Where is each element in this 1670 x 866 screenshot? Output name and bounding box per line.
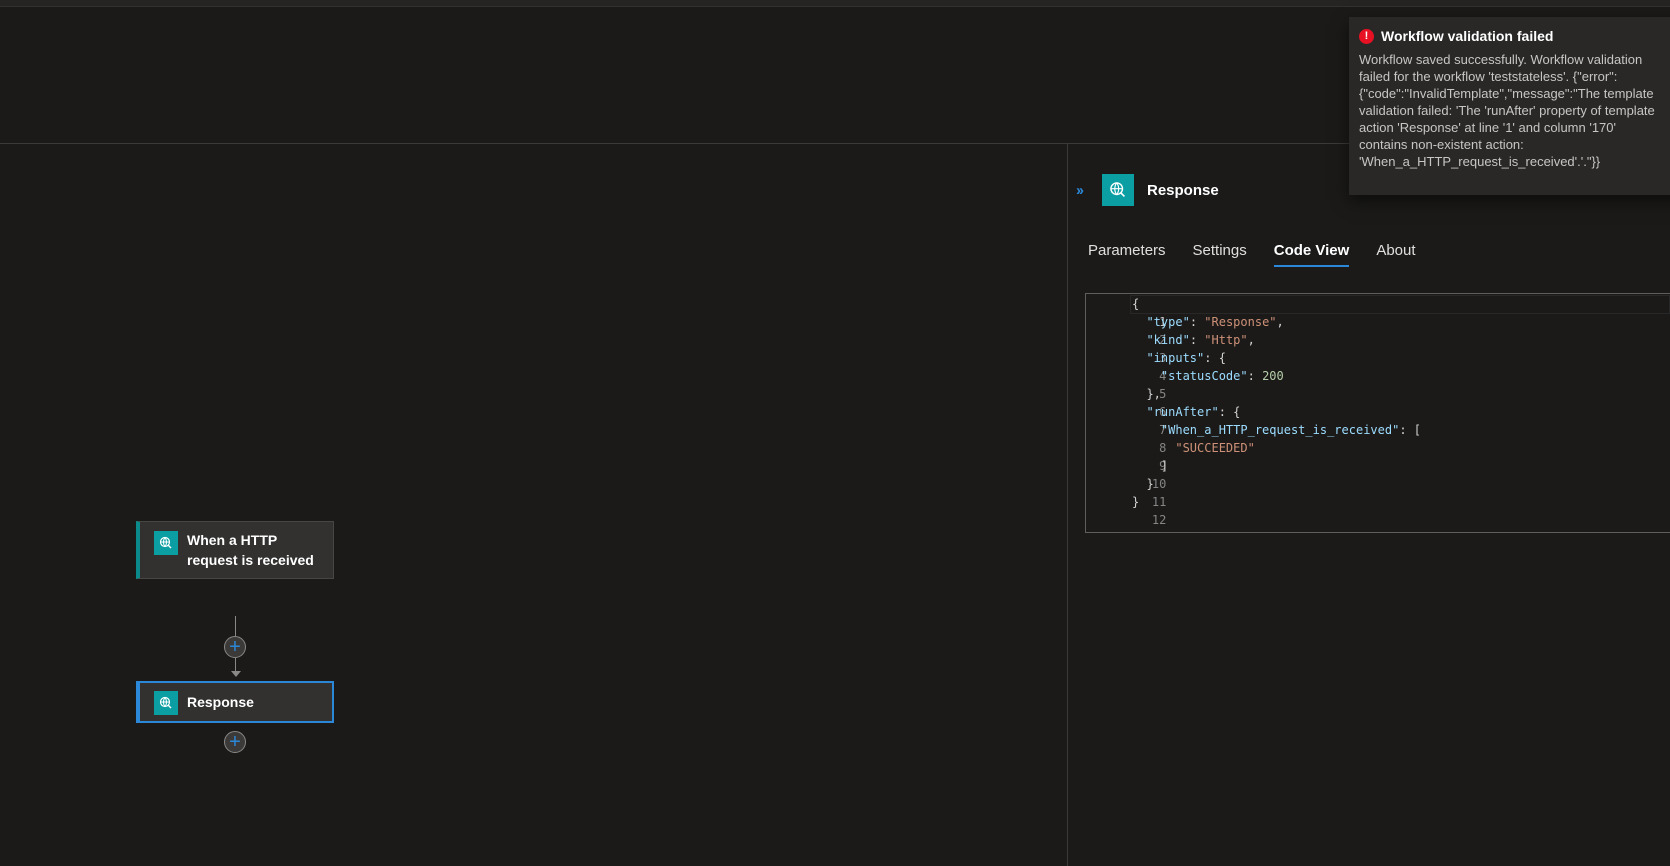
- trigger-node[interactable]: When a HTTP request is received: [136, 521, 334, 579]
- code-line: 1 {: [1086, 295, 1670, 329]
- code-line: 8 "When_a_HTTP_request_is_received": [: [1086, 421, 1670, 455]
- panel-title[interactable]: Response: [1147, 182, 1219, 199]
- add-step-button[interactable]: +: [224, 731, 246, 753]
- http-globe-icon: [1102, 174, 1134, 206]
- arrow-down-icon: [231, 671, 241, 677]
- connector-line: [235, 616, 236, 636]
- response-node[interactable]: Response: [136, 681, 334, 723]
- response-node-title: Response: [187, 694, 254, 710]
- details-panel: ›› Response Parameters Settings Code Vie…: [1067, 144, 1670, 866]
- code-line: 9 "SUCCEEDED": [1086, 439, 1670, 473]
- line-number: 12: [1151, 513, 1167, 527]
- trigger-node-title: When a HTTP request is received: [187, 532, 314, 568]
- error-circle-icon: !: [1359, 28, 1374, 44]
- code-editor[interactable]: 1 { 2 "type": "Response", 3 "kind": "Htt…: [1085, 293, 1670, 533]
- panel-tabs: Parameters Settings Code View About: [1088, 242, 1443, 267]
- code-line: 10 ]: [1086, 457, 1670, 491]
- http-globe-icon: [154, 690, 178, 715]
- tab-settings[interactable]: Settings: [1193, 242, 1247, 267]
- error-toast: ! Workflow validation failed Workflow sa…: [1349, 17, 1670, 195]
- code-line: 6 },: [1086, 385, 1670, 419]
- workflow-canvas[interactable]: When a HTTP request is received + Respon…: [0, 144, 1067, 866]
- double-chevron-right-icon[interactable]: ››: [1076, 182, 1098, 199]
- plus-icon: +: [229, 636, 241, 658]
- http-globe-icon: [154, 531, 178, 555]
- toast-title: Workflow validation failed: [1381, 28, 1554, 44]
- connector-line: [235, 658, 236, 672]
- tab-about[interactable]: About: [1376, 242, 1415, 267]
- code-line: 4 "inputs": {: [1086, 349, 1670, 383]
- top-bar: [0, 0, 1670, 7]
- code-line: 12 }: [1086, 493, 1670, 527]
- code-line: 7 "runAfter": {: [1086, 403, 1670, 437]
- code-line: 3 "kind": "Http",: [1086, 331, 1670, 365]
- toast-message: Workflow saved successfully. Workflow va…: [1359, 52, 1655, 169]
- panel-header: ›› Response: [1076, 174, 1219, 206]
- tab-parameters[interactable]: Parameters: [1088, 242, 1166, 267]
- code-line: 2 "type": "Response",: [1086, 313, 1670, 347]
- tab-code-view[interactable]: Code View: [1273, 242, 1350, 267]
- code-line: 5 "statusCode": 200: [1086, 367, 1670, 401]
- add-step-button[interactable]: +: [224, 636, 246, 658]
- current-line-highlight: [1130, 295, 1670, 314]
- code-line: 11 }: [1086, 475, 1670, 509]
- plus-icon: +: [229, 731, 241, 753]
